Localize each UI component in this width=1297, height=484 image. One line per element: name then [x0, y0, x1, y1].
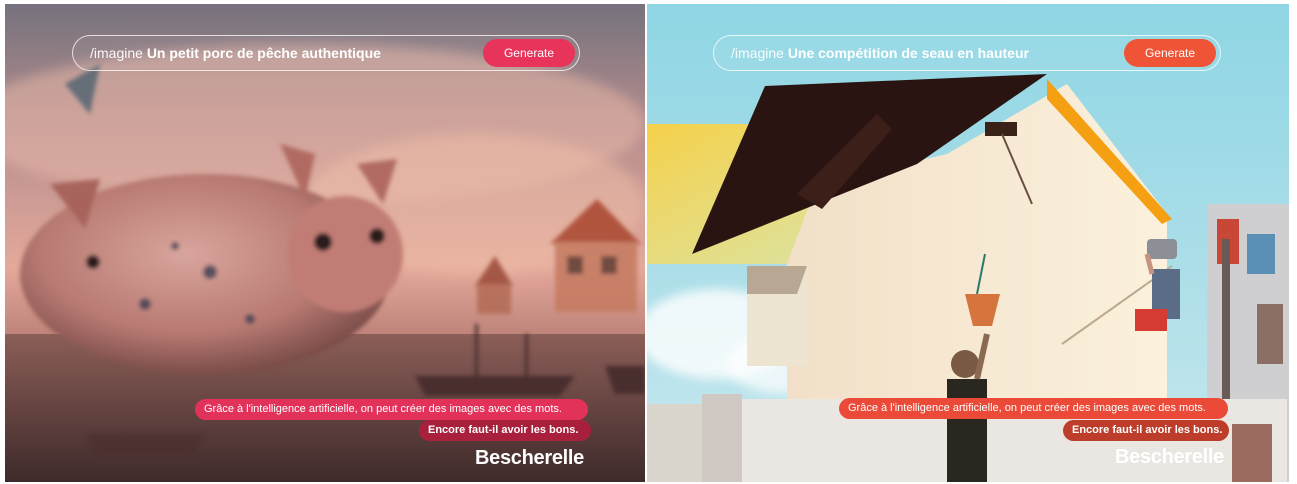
prompt-input[interactable]: /imagine Un petit porc de pêche authenti…: [72, 35, 580, 71]
prompt-input[interactable]: /imagine Une compétition de seau en haut…: [713, 35, 1221, 71]
brand-logo: Bescherelle: [1115, 446, 1224, 468]
left-ad-panel: /imagine Un petit porc de pêche authenti…: [5, 4, 645, 482]
prompt-value: Une compétition de seau en hauteur: [787, 45, 1029, 61]
right-ad-panel: /imagine Une compétition de seau en haut…: [647, 4, 1289, 482]
imagine-command: /imagine: [90, 45, 143, 61]
sub-tagline: Encore faut-il avoir les bons.: [419, 420, 591, 441]
tagline: Grâce à l'intelligence artificielle, on …: [839, 398, 1228, 419]
imagine-command: /imagine: [731, 45, 784, 61]
generate-button[interactable]: Generate: [483, 39, 575, 67]
brand-logo: Bescherelle: [475, 447, 584, 469]
tagline: Grâce à l'intelligence artificielle, on …: [195, 399, 588, 420]
generate-button[interactable]: Generate: [1124, 39, 1216, 67]
prompt-value: Un petit porc de pêche authentique: [146, 45, 381, 61]
prompt-text: /imagine Une compétition de seau en haut…: [714, 45, 1124, 61]
prompt-text: /imagine Un petit porc de pêche authenti…: [73, 45, 483, 61]
sub-tagline: Encore faut-il avoir les bons.: [1063, 420, 1229, 441]
